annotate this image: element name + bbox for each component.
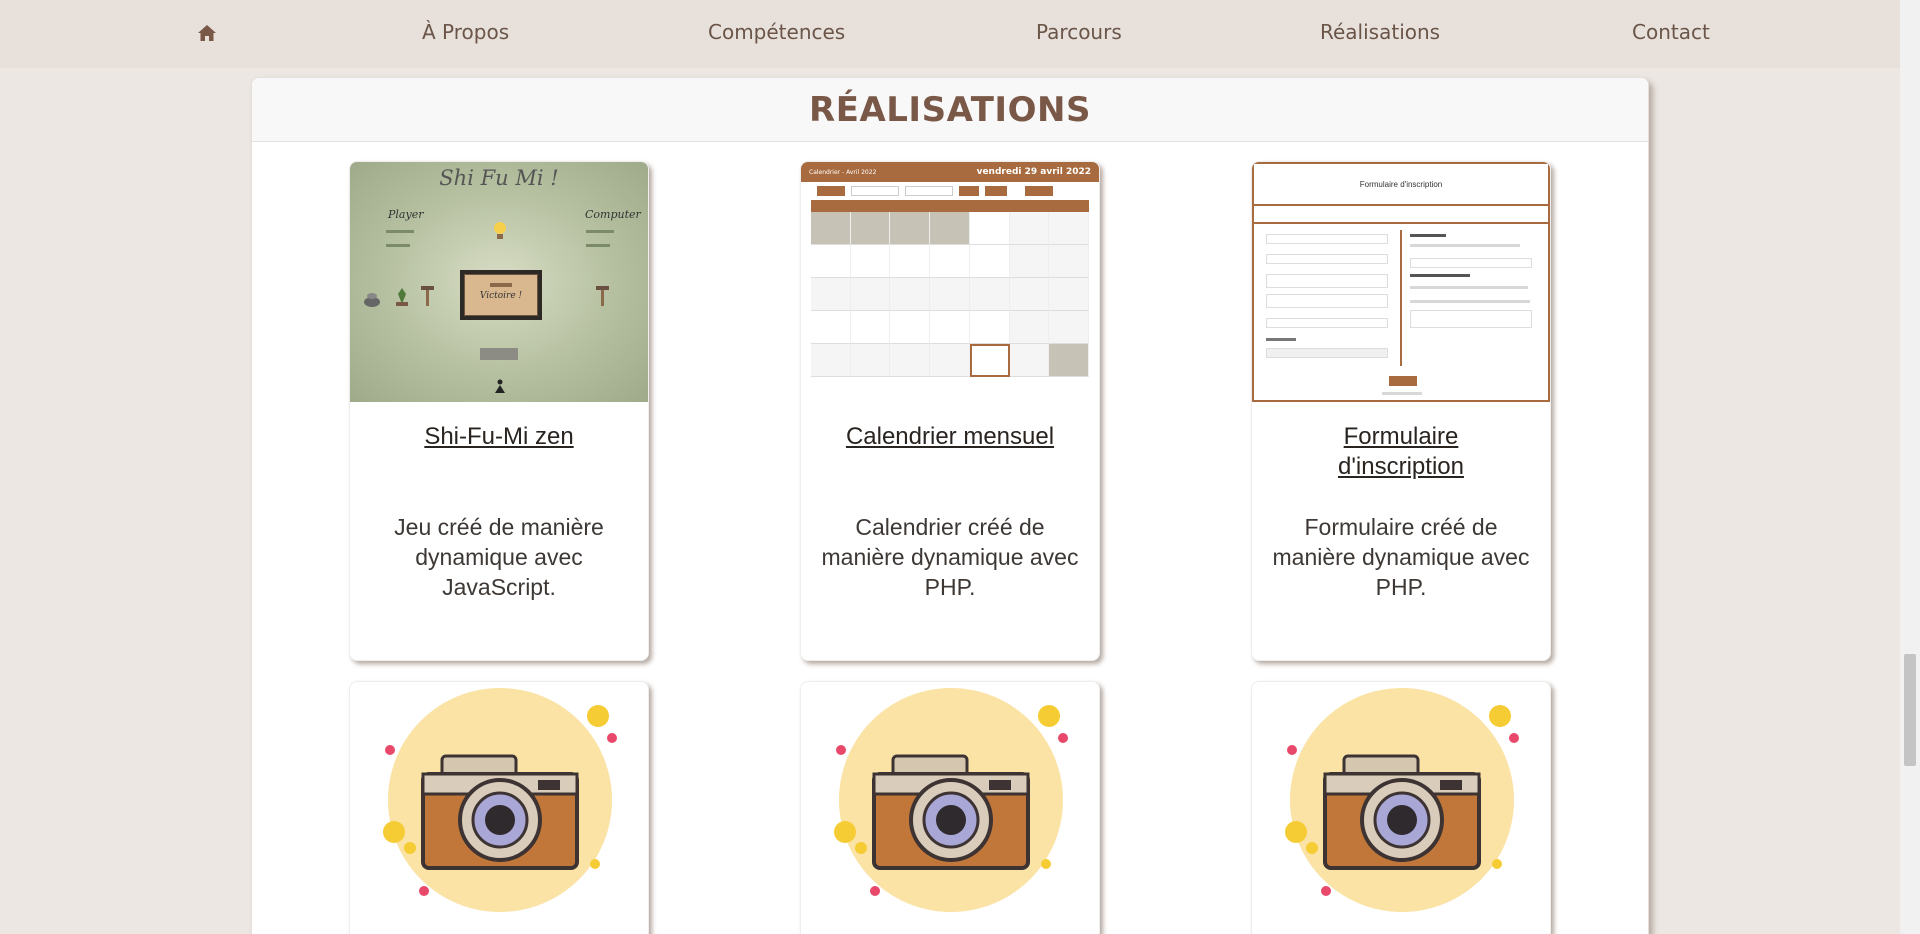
project-card-placeholder[interactable] [1251, 681, 1551, 934]
nav-item-a-propos[interactable]: À Propos [422, 20, 509, 44]
project-card-placeholder[interactable] [800, 681, 1100, 934]
stones-plant-icons [364, 286, 434, 307]
nav-item-competences[interactable]: Compétences [708, 20, 845, 44]
camera-icon [350, 682, 648, 934]
thumb-form-body [1254, 222, 1548, 400]
project-card-formulaire[interactable]: Formulaire d'inscription Formulaire d'in… [1251, 161, 1551, 661]
navbar: À Propos Compétences Parcours Réalisatio… [0, 0, 1900, 68]
section-title: RÉALISATIONS [809, 89, 1091, 130]
scrollbar-thumb[interactable] [1904, 654, 1916, 766]
camera-icon [1252, 682, 1550, 934]
thumb-calendar-weekdays [811, 200, 1089, 212]
computer-scissors-icon [596, 286, 609, 306]
section-header: RÉALISATIONS [252, 78, 1648, 142]
thumb-player-label: Player [388, 208, 424, 221]
project-card-shifumi[interactable]: Shi Fu Mi ! Player Computer Victoire ! S… [349, 161, 649, 661]
meditation-icon [495, 379, 505, 393]
form-thumbnail[interactable]: Formulaire d'inscription [1252, 162, 1550, 402]
thumb-calendar-date: vendredi 29 avril 2022 [976, 167, 1091, 177]
thumb-calendar-month: Calendrier - Avril 2022 [809, 168, 877, 176]
thumb-play-button [480, 348, 518, 360]
thumb-computer-label: Computer [585, 208, 641, 221]
shifumi-thumbnail[interactable]: Shi Fu Mi ! Player Computer Victoire ! [350, 162, 648, 402]
project-card-placeholder[interactable] [349, 681, 649, 934]
nav-item-contact[interactable]: Contact [1632, 20, 1710, 44]
thumb-calendar-grid [811, 212, 1089, 377]
page-scrollbar[interactable] [1900, 0, 1920, 934]
project-card-calendrier[interactable]: Calendrier - Avril 2022 vendredi 29 avri… [800, 161, 1100, 661]
project-title-link[interactable]: Shi-Fu-Mi zen [350, 422, 648, 452]
project-description: Calendrier créé de manière dynamique ave… [821, 514, 1079, 600]
project-title-link[interactable]: Calendrier mensuel [801, 422, 1099, 452]
lightbulb-icon [494, 222, 506, 239]
project-description: Jeu créé de manière dynamique avec JavaS… [394, 514, 604, 600]
realisations-section: RÉALISATIONS Shi Fu Mi ! Player Computer [251, 77, 1649, 934]
project-title-link[interactable]: Formulaire d'inscription [1252, 422, 1550, 482]
thumb-calendar-header: Calendrier - Avril 2022 vendredi 29 avri… [801, 162, 1099, 182]
thumb-game-title: Shi Fu Mi ! [439, 166, 559, 190]
nav-item-realisations[interactable]: Réalisations [1320, 20, 1440, 44]
project-description: Formulaire créé de manière dynamique ave… [1272, 514, 1530, 600]
thumb-calendar-controls [801, 182, 1099, 200]
thumb-form-header: Formulaire d'inscription [1254, 164, 1548, 206]
nav-item-parcours[interactable]: Parcours [1036, 20, 1122, 44]
thumb-victory-text: Victoire ! [479, 291, 523, 301]
thumb-result-board: Victoire ! [460, 270, 542, 320]
thumb-form-submit [1389, 376, 1417, 386]
home-icon[interactable] [196, 22, 218, 44]
calendar-thumbnail[interactable]: Calendrier - Avril 2022 vendredi 29 avri… [801, 162, 1099, 402]
camera-icon [801, 682, 1099, 934]
